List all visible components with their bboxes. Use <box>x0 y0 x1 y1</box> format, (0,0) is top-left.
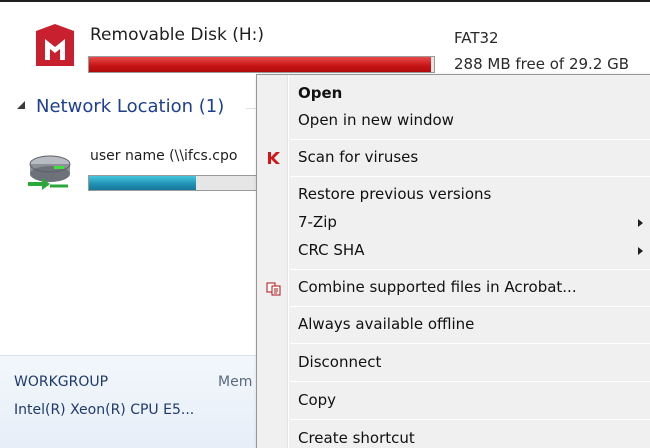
network-drive-usage-fill <box>89 176 197 190</box>
menu-separator <box>290 269 650 270</box>
workgroup-label: WORKGROUP <box>14 374 109 390</box>
menu-item-label: Copy <box>298 391 337 409</box>
menu-item-7zip[interactable]: 7-Zip <box>257 210 650 236</box>
menu-item-label: Restore previous versions <box>298 185 492 203</box>
menu-separator <box>290 306 650 307</box>
menu-item-open-new-window[interactable]: Open in new window <box>257 108 650 134</box>
submenu-arrow-icon <box>638 247 643 255</box>
context-menu: Open Open in new window Scan for viruses… <box>256 74 650 448</box>
cpu-label: Intel(R) Xeon(R) CPU E5... <box>14 402 195 418</box>
collapse-triangle-icon[interactable] <box>16 100 26 110</box>
network-drive-item[interactable]: user name (\\ifcs.cpo <box>0 138 260 198</box>
menu-item-restore-previous-versions[interactable]: Restore previous versions <box>257 182 650 208</box>
acrobat-combine-icon <box>266 282 281 296</box>
drive-name: Removable Disk (H:) <box>90 25 265 45</box>
menu-item-crc-sha[interactable]: CRC SHA <box>257 238 650 264</box>
network-location-title: Network Location (1) <box>36 96 225 117</box>
menu-item-label: 7-Zip <box>298 213 337 231</box>
menu-separator <box>290 381 650 382</box>
menu-separator <box>290 419 650 420</box>
menu-item-label: Combine supported files in Acrobat... <box>298 278 577 296</box>
drive-usage-fill <box>89 57 431 72</box>
menu-item-disconnect[interactable]: Disconnect <box>257 350 650 376</box>
kaspersky-k-icon <box>268 152 280 164</box>
menu-item-label: Create shortcut <box>298 429 415 447</box>
menu-item-open[interactable]: Open <box>257 81 650 107</box>
menu-separator <box>290 139 650 140</box>
mcafee-shield-icon <box>36 24 74 66</box>
menu-separator <box>290 176 650 177</box>
drive-usage-bar <box>88 56 435 73</box>
menu-item-label: Open in new window <box>298 111 454 129</box>
member-label: Mem <box>218 374 253 390</box>
submenu-arrow-icon <box>638 219 643 227</box>
drive-filesystem: FAT32 <box>454 29 499 47</box>
details-pane: WORKGROUP Mem Intel(R) Xeon(R) CPU E5... <box>0 355 260 448</box>
menu-item-always-available-offline[interactable]: Always available offline <box>257 312 650 338</box>
menu-item-combine-acrobat[interactable]: Combine supported files in Acrobat... <box>257 275 650 301</box>
network-drive-icon <box>28 155 71 190</box>
menu-item-scan-for-viruses[interactable]: Scan for viruses <box>257 145 650 171</box>
menu-item-label: Always available offline <box>298 315 475 333</box>
network-drive-name: user name (\\ifcs.cpo <box>90 148 238 164</box>
menu-item-label: Open <box>298 84 343 102</box>
menu-item-copy[interactable]: Copy <box>257 388 650 414</box>
menu-item-create-shortcut[interactable]: Create shortcut <box>257 426 650 448</box>
menu-item-label: Scan for viruses <box>298 148 419 166</box>
menu-item-label: Disconnect <box>298 353 382 371</box>
network-drive-usage-bar <box>88 175 260 191</box>
menu-separator <box>290 343 650 344</box>
menu-item-label: CRC SHA <box>298 241 365 259</box>
drive-free-space: 288 MB free of 29.2 GB <box>454 55 630 73</box>
